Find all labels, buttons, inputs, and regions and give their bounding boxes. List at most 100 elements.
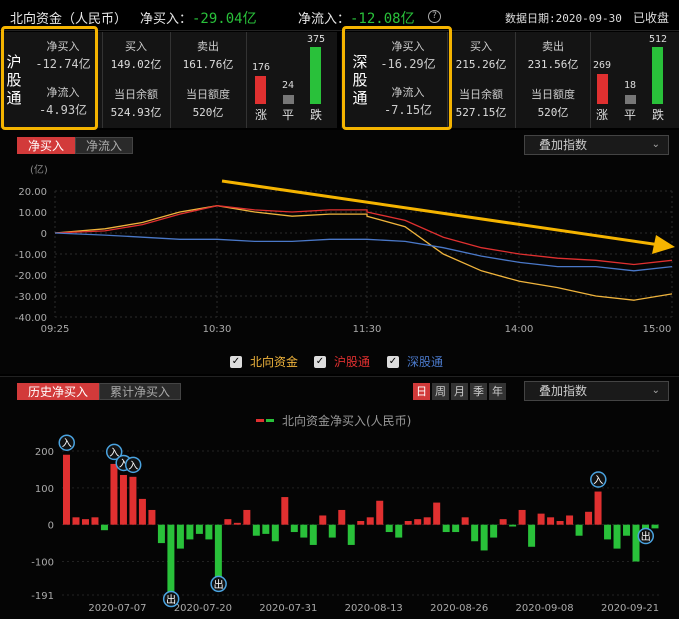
sh-highlight-box <box>1 26 98 130</box>
legend-sz-label: 深股通 <box>407 355 444 369</box>
x-tick-label: 2020-07-31 <box>259 603 317 614</box>
x-tick-label: 09:25 <box>41 324 70 335</box>
sell-out-marker-label: 出 <box>166 593 176 606</box>
history-bar <box>157 524 165 544</box>
legend-sz[interactable]: ✓ 深股通 <box>387 353 443 370</box>
history-bar <box>499 519 507 525</box>
tab-cumulative-net-buy[interactable]: 累计净买入 <box>99 383 182 400</box>
tab-net-inflow[interactable]: 净流入 <box>75 137 134 154</box>
sz-sell: 231.56亿 <box>527 58 579 71</box>
history-overlay-dropdown[interactable]: 叠加指数 ⌄ <box>524 381 669 401</box>
history-bar <box>433 502 441 525</box>
checkbox-icon: ✓ <box>314 355 326 368</box>
sh-balance: 524.93亿 <box>110 106 162 119</box>
history-bar <box>186 524 194 540</box>
legend-north[interactable]: ✓ 北向资金 <box>230 353 298 370</box>
history-bar <box>461 517 469 525</box>
north-line <box>54 205 673 301</box>
history-bar <box>100 524 108 531</box>
history-bar <box>72 517 80 525</box>
sz-balance: 527.15亿 <box>455 106 507 119</box>
overlay-label: 叠加指数 <box>539 138 588 152</box>
sz-line <box>54 232 673 272</box>
history-bar <box>537 513 545 525</box>
history-bar <box>328 524 336 538</box>
tab-net-buy[interactable]: 净买入 <box>17 137 76 154</box>
history-bar <box>319 515 327 525</box>
sh-down-bar <box>310 47 321 104</box>
history-bar <box>138 498 146 525</box>
sh-buy: 149.02亿 <box>110 58 162 71</box>
history-bar <box>119 474 127 525</box>
history-bar <box>623 524 631 536</box>
history-legend-label: 北向资金净买入(人民币) <box>282 414 412 428</box>
history-bar <box>110 463 118 525</box>
history-bar <box>575 524 583 536</box>
history-bar <box>480 524 488 551</box>
history-bar <box>566 515 574 525</box>
y-tick-label: 100 <box>35 484 54 495</box>
history-bar <box>585 511 593 525</box>
net-buy-label: 净买入： <box>140 12 193 27</box>
x-tick-label: 2020-09-21 <box>601 603 659 614</box>
history-bar <box>385 524 393 533</box>
sz-sell-label: 卖出 <box>542 40 564 53</box>
y-tick-label: -10.00 <box>15 250 47 261</box>
history-bar <box>471 524 479 542</box>
period-year[interactable]: 年 <box>489 383 506 400</box>
x-tick-label: 2020-07-20 <box>174 603 232 614</box>
x-tick-label: 2020-08-26 <box>430 603 488 614</box>
divider <box>246 32 247 128</box>
period-selector: 日 周 月 季 年 <box>413 383 508 400</box>
y-tick-label: 0 <box>41 229 47 240</box>
history-bar <box>224 519 232 525</box>
help-icon[interactable]: ? <box>428 10 441 23</box>
period-month[interactable]: 月 <box>451 383 468 400</box>
history-bar <box>309 524 317 545</box>
market-status: 已收盘 <box>633 11 670 25</box>
history-bar <box>556 520 564 525</box>
history-bar <box>594 491 602 525</box>
sh-buy-label: 买入 <box>125 40 147 53</box>
history-tabs: 历史净买入 累计净买入 <box>17 383 182 400</box>
sz-down-count: 512 <box>648 34 668 45</box>
history-bar <box>423 517 431 525</box>
sz-balance-label: 当日余额 <box>459 88 503 101</box>
history-bar <box>233 522 241 525</box>
intraday-line-chart: (亿) 20.00 10.00 0 -10.00 -20.00 -30.00 -40.0009… <box>15 163 675 335</box>
period-day[interactable]: 日 <box>413 383 430 400</box>
page-title: 北向资金（人民币） <box>10 12 128 27</box>
y-axis-label: (亿) <box>30 163 48 176</box>
sh-quota: 520亿 <box>192 106 224 119</box>
tab-history-net-buy[interactable]: 历史净买入 <box>17 383 100 400</box>
legend-sh[interactable]: ✓ 沪股通 <box>314 353 370 370</box>
sz-down-label: 跌 <box>651 108 664 122</box>
divider <box>515 32 516 128</box>
y-tick-label: -30.00 <box>15 292 47 303</box>
history-bar <box>414 519 422 525</box>
history-bar <box>613 524 621 549</box>
history-bar <box>604 524 612 540</box>
sz-flat-count: 18 <box>623 80 637 91</box>
buy-in-marker-label: 入 <box>62 439 72 450</box>
sh-quota-label: 当日额度 <box>186 88 230 101</box>
history-bar <box>547 517 555 525</box>
history-bar <box>271 524 279 542</box>
x-tick-label: 2020-09-08 <box>516 603 574 614</box>
buy-in-marker-label: 入 <box>128 461 138 472</box>
chevron-down-icon: ⌄ <box>651 139 660 150</box>
y-tick-label: -191 <box>31 591 54 602</box>
sh-flat-count: 24 <box>281 80 295 91</box>
legend-up-swatch <box>256 419 264 422</box>
intraday-overlay-dropdown[interactable]: 叠加指数 ⌄ <box>524 135 669 155</box>
header-bar: 北向资金（人民币） 净买入： -29.04亿 净流入： -12.08亿 ? 数据… <box>0 0 679 31</box>
history-bar <box>404 520 412 525</box>
history-bar <box>81 519 89 525</box>
history-bar <box>148 509 156 525</box>
period-week[interactable]: 周 <box>432 383 449 400</box>
sell-out-marker-label: 出 <box>641 530 651 543</box>
x-tick-label: 2020-08-13 <box>345 603 403 614</box>
sh-flat-label: 平 <box>281 108 294 122</box>
sz-quota: 520亿 <box>537 106 569 119</box>
period-quarter[interactable]: 季 <box>470 383 487 400</box>
